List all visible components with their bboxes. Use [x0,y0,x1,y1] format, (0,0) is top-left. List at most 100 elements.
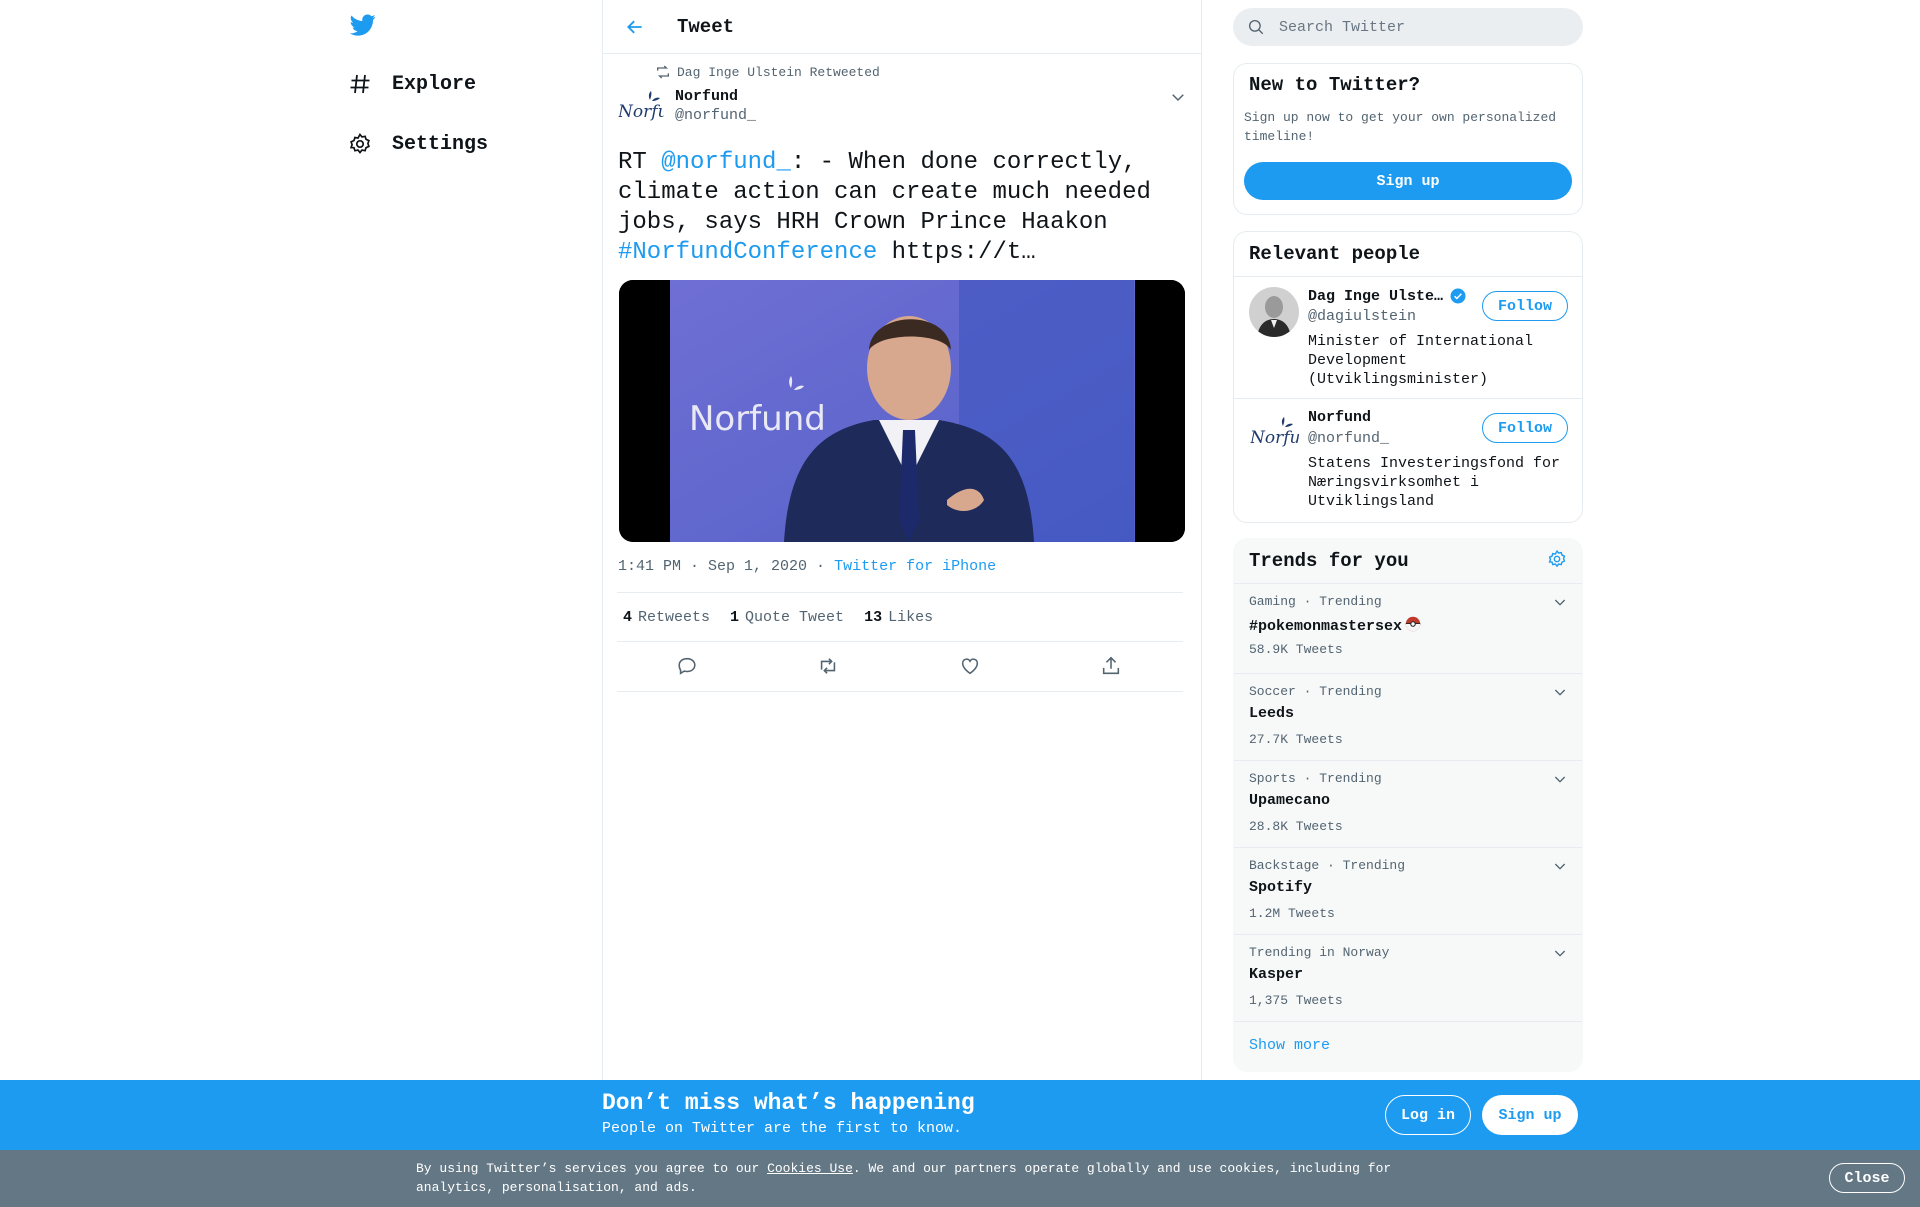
hashtag-icon [346,70,374,98]
nav-explore[interactable]: Explore [346,62,476,106]
pokeball-emoji-icon [1404,615,1422,638]
sidebar-signup-button[interactable]: Sign up [1244,162,1572,200]
tweet-stats: 4 Retweets 1 Quote Tweet 13 Likes [617,592,1183,642]
trend-category: Sports · Trending [1249,771,1382,786]
likes-stat[interactable]: 13 Likes [864,609,933,626]
search-input[interactable] [1279,18,1569,36]
person-bio: Statens Investeringsfond for Næringsvirk… [1308,455,1561,510]
tweet-media-video[interactable]: Norfund [619,280,1185,542]
likes-label: Likes [888,608,934,626]
cookies-use-link[interactable]: Cookies Use [767,1161,853,1176]
signup-banner: Don’t miss what’s happening People on Tw… [0,1080,1920,1150]
person-card-dagiulstein[interactable]: Dag Inge Ulste… @dagiulstein Minister of… [1234,277,1582,399]
trends-title: Trends for you [1249,550,1409,572]
close-cookie-button[interactable]: Close [1829,1163,1905,1193]
back-arrow-icon[interactable] [621,13,649,41]
trend-item[interactable]: Sports · Trending Upamecano 28.8K Tweets [1234,761,1582,848]
new-to-twitter-title: New to Twitter? [1249,74,1421,96]
trend-item[interactable]: Soccer · Trending Leeds 27.7K Tweets [1234,674,1582,761]
tweet-text: RT @norfund_: - When done correctly, cli… [618,148,1178,268]
svg-text:Norfund: Norfund [1249,428,1299,448]
person-handle[interactable]: @dagiulstein [1308,308,1416,325]
share-icon[interactable] [1100,655,1124,679]
trend-category: Gaming · Trending [1249,594,1382,609]
quote-tweets-label: Quote Tweet [745,608,845,626]
tweet-hashtag-link[interactable]: #NorfundConference [618,239,877,266]
show-more-link[interactable]: Show more [1234,1022,1582,1069]
cookie-notice: By using Twitter’s services you agree to… [0,1150,1920,1207]
trend-tweet-count: 1,375 Tweets [1249,993,1343,1008]
trend-name: Kasper [1249,966,1304,983]
tweet-meta: 1:41 PM · Sep 1, 2020 · Twitter for iPho… [618,558,996,575]
person-avatar-image [1249,287,1299,337]
cookie-text-before: By using Twitter’s services you agree to… [416,1161,768,1176]
quote-tweets-stat[interactable]: 1 Quote Tweet [730,609,844,626]
trend-category: Soccer · Trending [1249,684,1382,699]
banner-title: Don’t miss what’s happening [602,1090,975,1116]
banner-subtitle: People on Twitter are the first to know. [602,1120,963,1137]
gear-icon[interactable] [1547,549,1567,574]
trend-name: #pokemonmastersex [1249,618,1403,635]
trends-card: Trends for you Gaming · Trending #pokemo… [1233,538,1583,1072]
meta-separator: · [816,558,826,575]
trend-item[interactable]: Backstage · Trending Spotify 1.2M Tweets [1234,848,1582,935]
search-bar[interactable] [1233,8,1583,46]
nav-settings[interactable]: Settings [346,122,488,166]
avatar[interactable]: Norfund [617,84,665,132]
chevron-down-icon[interactable] [1552,858,1568,874]
retweet-icon[interactable] [817,655,841,679]
person-bio: Minister of International Development (U… [1308,333,1534,388]
tweet-timestamp[interactable]: 1:41 PM · Sep 1, 2020 [618,558,807,575]
tweet-url-link[interactable]: https://t… [877,239,1036,266]
trend-item[interactable]: Trending in Norway Kasper 1,375 Tweets [1234,935,1582,1022]
person-card-norfund[interactable]: Norfund Norfund @norfund_ Statens Invest… [1234,399,1582,521]
avatar[interactable] [1249,287,1299,337]
main-column: Tweet Dag Inge Ulstein Retweeted Norfund… [602,0,1202,1080]
chevron-down-icon[interactable] [1552,771,1568,787]
tweet-actions [617,642,1183,692]
norfund-logo: Norfund [1249,409,1299,459]
follow-button[interactable]: Follow [1481,413,1568,443]
chevron-down-icon[interactable] [1552,684,1568,700]
author-handle[interactable]: @norfund_ [675,107,756,124]
retweets-stat[interactable]: 4 Retweets [623,609,710,626]
tweet-source[interactable]: Twitter for iPhone [834,558,996,575]
signup-button[interactable]: Sign up [1482,1095,1578,1135]
trend-item[interactable]: Gaming · Trending #pokemonmastersex 58.9… [1234,584,1582,674]
follow-button[interactable]: Follow [1481,291,1568,321]
author-name[interactable]: Norfund [675,88,756,105]
like-heart-icon[interactable] [959,655,983,679]
cookie-text: By using Twitter’s services you agree to… [416,1159,1416,1197]
tweet-prefix: RT [618,149,662,176]
chevron-down-icon[interactable] [1169,88,1187,106]
nav-explore-label: Explore [392,72,477,96]
media-logo-text: Norfund [689,399,826,439]
chevron-down-icon[interactable] [1552,945,1568,961]
chevron-down-icon[interactable] [1552,594,1568,610]
trend-name: Leeds [1249,705,1295,722]
retweet-note: Dag Inge Ulstein Retweeted [655,64,880,80]
verified-badge-icon [1449,287,1467,305]
tweet-header: Tweet [603,0,1201,54]
person-name[interactable]: Norfund [1308,409,1371,426]
trend-name: Spotify [1249,879,1313,896]
trend-tweet-count: 28.8K Tweets [1249,819,1343,834]
person-handle[interactable]: @norfund_ [1308,430,1389,447]
new-to-twitter-desc: Sign up now to get your own personalized… [1244,110,1557,144]
tweet-author[interactable]: Norfund Norfund @norfund_ [617,84,756,132]
person-name[interactable]: Dag Inge Ulste… [1308,288,1443,305]
nav-settings-label: Settings [392,132,489,156]
twitter-bird-icon[interactable] [348,12,380,40]
gear-icon [346,130,374,158]
trend-tweet-count: 58.9K Tweets [1249,642,1343,657]
norfund-logo: Norfund [617,91,665,122]
reply-icon[interactable] [676,655,700,679]
trend-name: Upamecano [1249,792,1331,809]
avatar[interactable]: Norfund [1249,409,1299,459]
video-thumbnail: Norfund [619,280,1185,542]
login-button[interactable]: Log in [1385,1095,1471,1135]
search-icon [1247,18,1265,36]
tweet-mention-link[interactable]: @norfund_ [661,149,791,176]
likes-count: 13 [864,608,883,626]
svg-text:Norfund: Norfund [617,102,665,122]
